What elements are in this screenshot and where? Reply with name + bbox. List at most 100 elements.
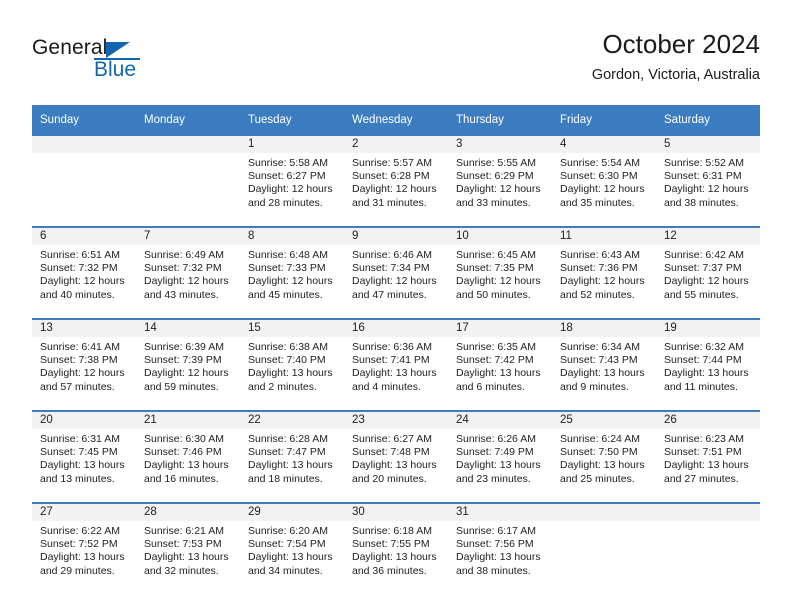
calendar-cell[interactable]: 18 Sunrise: 6:34 AM Sunset: 7:43 PM Dayligh… (552, 318, 656, 411)
sunrise-text: Sunrise: 6:24 AM (560, 433, 640, 445)
calendar-cell[interactable]: 21 Sunrise: 6:30 AM Sunset: 7:46 PM Dayligh… (136, 410, 240, 503)
calendar-cell[interactable]: 13 Sunrise: 6:41 AM Sunset: 7:38 PM Dayligh… (32, 318, 136, 411)
weekday-header-tuesday: Tuesday (240, 105, 344, 135)
calendar-cell[interactable]: 16 Sunrise: 6:36 AM Sunset: 7:41 PM Dayligh… (344, 318, 448, 411)
day-number: 12 (656, 228, 760, 245)
day-number: 5 (656, 136, 760, 153)
sunrise-text: Sunrise: 6:18 AM (352, 525, 432, 537)
calendar-cell[interactable]: 14 Sunrise: 6:39 AM Sunset: 7:39 PM Dayligh… (136, 318, 240, 411)
daylight-text: Daylight: 13 hours and 11 minutes. (664, 367, 749, 393)
day-number (136, 136, 240, 153)
daylight-text: Daylight: 13 hours and 13 minutes. (40, 459, 125, 485)
day-details: Sunrise: 5:57 AM Sunset: 6:28 PM Daylight:… (344, 153, 448, 210)
calendar-cell-empty (32, 134, 136, 227)
sunrise-text: Sunrise: 6:35 AM (456, 341, 536, 353)
calendar-cell[interactable]: 17 Sunrise: 6:35 AM Sunset: 7:42 PM Dayligh… (448, 318, 552, 411)
sunset-text: Sunset: 7:37 PM (664, 262, 742, 275)
day-details: Sunrise: 6:27 AM Sunset: 7:48 PM Daylight:… (344, 429, 448, 486)
day-number: 15 (240, 320, 344, 337)
calendar-cell[interactable]: 22 Sunrise: 6:28 AM Sunset: 7:47 PM Dayligh… (240, 410, 344, 503)
day-details: Sunrise: 6:30 AM Sunset: 7:46 PM Daylight:… (136, 429, 240, 486)
day-number: 19 (656, 320, 760, 337)
day-cell: 16 Sunrise: 6:36 AM Sunset: 7:41 PM Dayligh… (344, 320, 448, 408)
calendar-cell[interactable]: 9 Sunrise: 6:46 AM Sunset: 7:34 PM Daylight… (344, 226, 448, 319)
calendar-cell[interactable]: 5 Sunrise: 5:52 AM Sunset: 6:31 PM Daylight… (656, 134, 760, 227)
calendar-cell[interactable]: 20 Sunrise: 6:31 AM Sunset: 7:45 PM Dayligh… (32, 410, 136, 503)
calendar-cell[interactable]: 2 Sunrise: 5:57 AM Sunset: 6:28 PM Daylight… (344, 134, 448, 227)
calendar-cell[interactable]: 29 Sunrise: 6:20 AM Sunset: 7:54 PM Dayligh… (240, 502, 344, 594)
page-title: October 2024 (602, 29, 760, 59)
title-block: October 2024 Gordon, Victoria, Australia (592, 28, 760, 86)
day-number: 7 (136, 228, 240, 245)
day-number: 16 (344, 320, 448, 337)
calendar-cell[interactable]: 10 Sunrise: 6:45 AM Sunset: 7:35 PM Dayligh… (448, 226, 552, 319)
calendar-cell[interactable]: 28 Sunrise: 6:21 AM Sunset: 7:53 PM Dayligh… (136, 502, 240, 594)
calendar-cell[interactable]: 30 Sunrise: 6:18 AM Sunset: 7:55 PM Dayligh… (344, 502, 448, 594)
sunrise-text: Sunrise: 6:20 AM (248, 525, 328, 537)
sunset-text: Sunset: 6:30 PM (560, 170, 638, 183)
day-details: Sunrise: 6:31 AM Sunset: 7:45 PM Daylight:… (32, 429, 136, 486)
day-details: Sunrise: 6:51 AM Sunset: 7:32 PM Daylight:… (32, 245, 136, 302)
sunset-text: Sunset: 7:41 PM (352, 354, 430, 367)
day-cell: 2 Sunrise: 5:57 AM Sunset: 6:28 PM Daylight… (344, 136, 448, 224)
day-details: Sunrise: 6:36 AM Sunset: 7:41 PM Daylight:… (344, 337, 448, 394)
sunrise-text: Sunrise: 6:30 AM (144, 433, 224, 445)
day-cell: 4 Sunrise: 5:54 AM Sunset: 6:30 PM Daylight… (552, 136, 656, 224)
day-number: 10 (448, 228, 552, 245)
day-number: 8 (240, 228, 344, 245)
calendar-cell[interactable]: 15 Sunrise: 6:38 AM Sunset: 7:40 PM Dayligh… (240, 318, 344, 411)
calendar-cell[interactable]: 31 Sunrise: 6:17 AM Sunset: 7:56 PM Dayligh… (448, 502, 552, 594)
sunset-text: Sunset: 7:34 PM (352, 262, 430, 275)
day-number: 2 (344, 136, 448, 153)
day-number: 30 (344, 504, 448, 521)
day-number: 11 (552, 228, 656, 245)
brand-name-general: General (32, 36, 108, 59)
sunrise-text: Sunrise: 6:31 AM (40, 433, 120, 445)
day-details: Sunrise: 6:28 AM Sunset: 7:47 PM Daylight:… (240, 429, 344, 486)
calendar-week-row: 27 Sunrise: 6:22 AM Sunset: 7:52 PM Dayligh… (32, 502, 760, 594)
calendar-cell[interactable]: 1 Sunrise: 5:58 AM Sunset: 6:27 PM Daylight… (240, 134, 344, 227)
calendar-cell[interactable]: 4 Sunrise: 5:54 AM Sunset: 6:30 PM Daylight… (552, 134, 656, 227)
daylight-text: Daylight: 12 hours and 38 minutes. (664, 183, 749, 209)
daylight-text: Daylight: 12 hours and 52 minutes. (560, 275, 645, 301)
calendar-cell[interactable]: 12 Sunrise: 6:42 AM Sunset: 7:37 PM Dayligh… (656, 226, 760, 319)
calendar-cell[interactable]: 24 Sunrise: 6:26 AM Sunset: 7:49 PM Dayligh… (448, 410, 552, 503)
sunset-text: Sunset: 7:35 PM (456, 262, 534, 275)
calendar-cell[interactable]: 7 Sunrise: 6:49 AM Sunset: 7:32 PM Daylight… (136, 226, 240, 319)
daylight-text: Daylight: 13 hours and 32 minutes. (144, 551, 229, 577)
calendar-cell[interactable]: 11 Sunrise: 6:43 AM Sunset: 7:36 PM Dayligh… (552, 226, 656, 319)
day-cell: 30 Sunrise: 6:18 AM Sunset: 7:55 PM Dayligh… (344, 504, 448, 592)
day-details: Sunrise: 6:41 AM Sunset: 7:38 PM Daylight:… (32, 337, 136, 394)
day-number: 18 (552, 320, 656, 337)
calendar-cell[interactable]: 25 Sunrise: 6:24 AM Sunset: 7:50 PM Dayligh… (552, 410, 656, 503)
daylight-text: Daylight: 12 hours and 31 minutes. (352, 183, 437, 209)
calendar-cell-empty (552, 502, 656, 594)
day-number: 14 (136, 320, 240, 337)
general-blue-logo[interactable]: General Blue (32, 36, 232, 92)
calendar-cell[interactable]: 26 Sunrise: 6:23 AM Sunset: 7:51 PM Dayligh… (656, 410, 760, 503)
calendar-page: General Blue October 2024 Gordon, Victor… (0, 0, 792, 612)
calendar-cell[interactable]: 6 Sunrise: 6:51 AM Sunset: 7:32 PM Daylight… (32, 226, 136, 319)
daylight-text: Daylight: 13 hours and 23 minutes. (456, 459, 541, 485)
day-cell: 20 Sunrise: 6:31 AM Sunset: 7:45 PM Dayligh… (32, 412, 136, 500)
sunset-text: Sunset: 7:40 PM (248, 354, 326, 367)
day-cell: 19 Sunrise: 6:32 AM Sunset: 7:44 PM Dayligh… (656, 320, 760, 408)
day-number: 29 (240, 504, 344, 521)
sunset-text: Sunset: 7:38 PM (40, 354, 118, 367)
day-cell: 22 Sunrise: 6:28 AM Sunset: 7:47 PM Dayligh… (240, 412, 344, 500)
daylight-text: Daylight: 12 hours and 59 minutes. (144, 367, 229, 393)
day-number: 3 (448, 136, 552, 153)
day-cell: 25 Sunrise: 6:24 AM Sunset: 7:50 PM Dayligh… (552, 412, 656, 500)
calendar-cell[interactable]: 3 Sunrise: 5:55 AM Sunset: 6:29 PM Daylight… (448, 134, 552, 227)
calendar-cell[interactable]: 27 Sunrise: 6:22 AM Sunset: 7:52 PM Dayligh… (32, 502, 136, 594)
day-number: 26 (656, 412, 760, 429)
daylight-text: Daylight: 13 hours and 34 minutes. (248, 551, 333, 577)
sunset-text: Sunset: 6:27 PM (248, 170, 326, 183)
calendar-cell[interactable]: 23 Sunrise: 6:27 AM Sunset: 7:48 PM Dayligh… (344, 410, 448, 503)
daylight-text: Daylight: 12 hours and 43 minutes. (144, 275, 229, 301)
calendar-cell[interactable]: 8 Sunrise: 6:48 AM Sunset: 7:33 PM Daylight… (240, 226, 344, 319)
calendar-cell[interactable]: 19 Sunrise: 6:32 AM Sunset: 7:44 PM Dayligh… (656, 318, 760, 411)
sunrise-text: Sunrise: 6:28 AM (248, 433, 328, 445)
day-details: Sunrise: 5:54 AM Sunset: 6:30 PM Daylight:… (552, 153, 656, 210)
daylight-text: Daylight: 12 hours and 40 minutes. (40, 275, 125, 301)
